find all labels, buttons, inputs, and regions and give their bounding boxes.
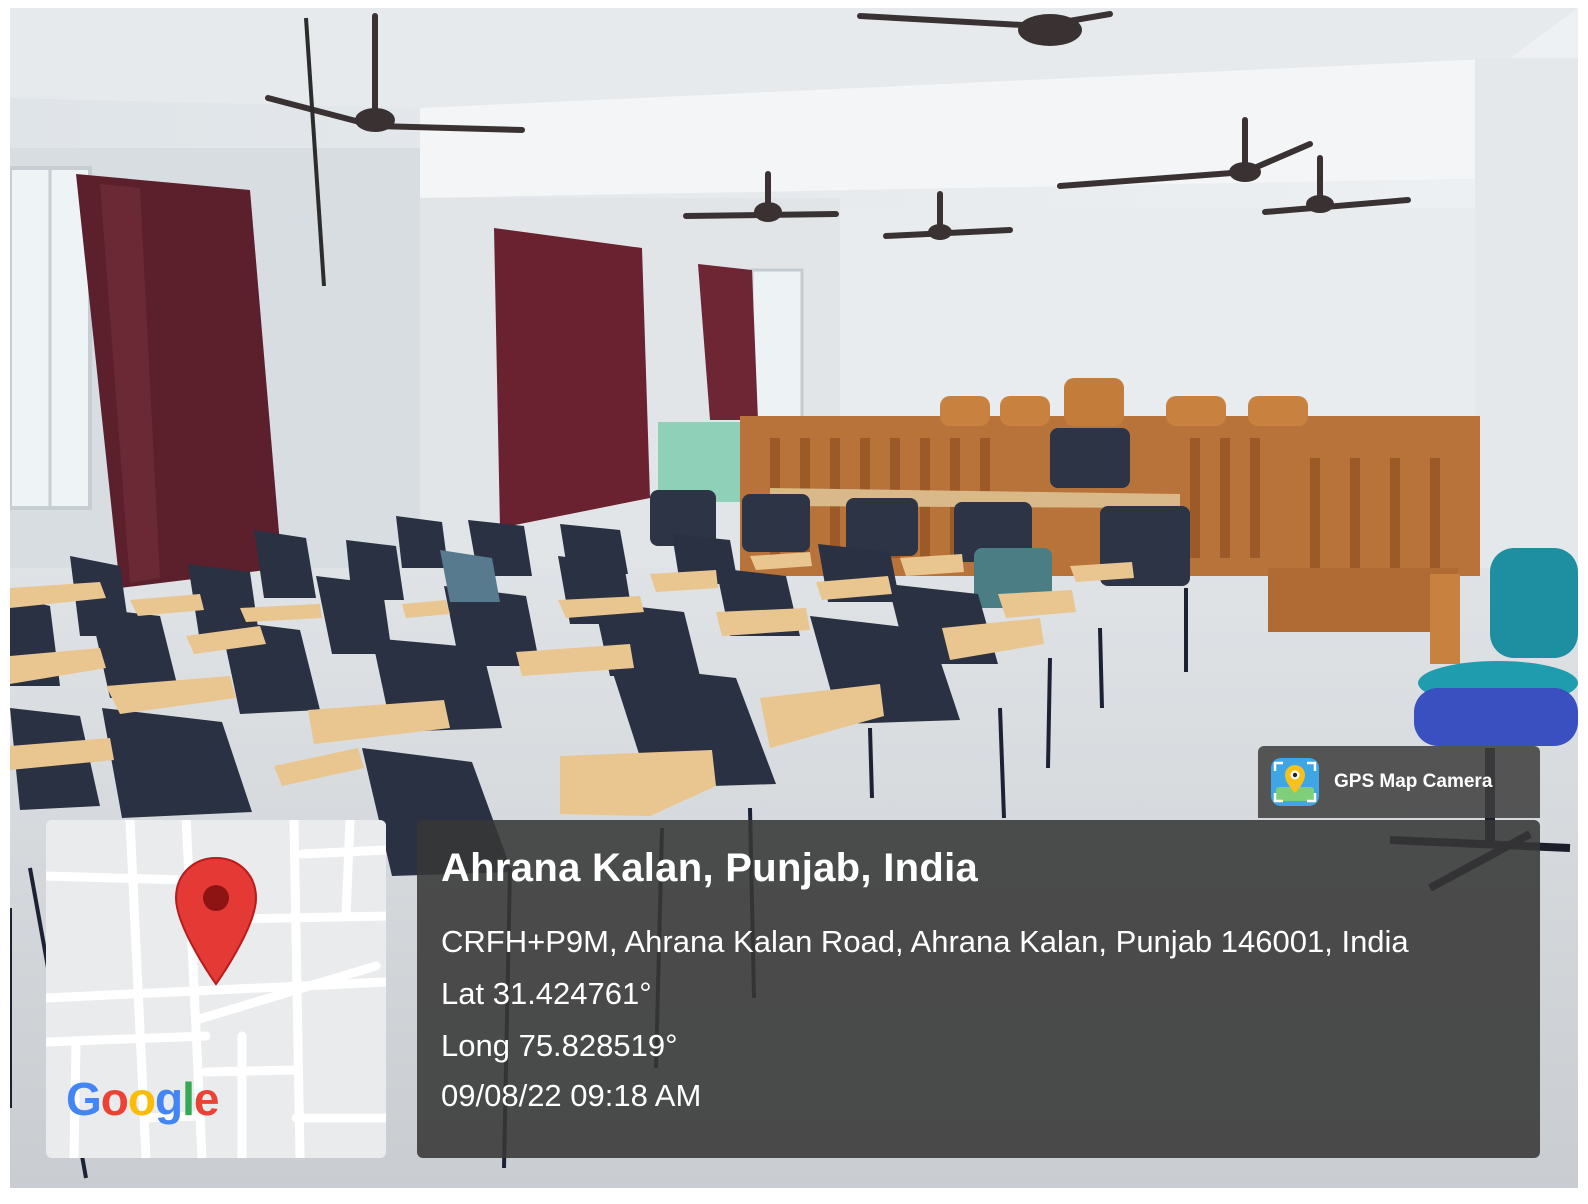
longitude-text: Long 75.828519° — [441, 1028, 678, 1063]
place-title: Ahrana Kalan, Punjab, India — [441, 846, 979, 890]
google-logo: Google — [66, 1073, 219, 1125]
datetime-text: 09/08/22 09:18 AM — [441, 1078, 702, 1113]
address-text: CRFH+P9M, Ahrana Kalan Road, Ahrana Kala… — [441, 924, 1409, 959]
photo-frame: GPS Map Camera Google Ahrana Kalan, Punj… — [10, 8, 1578, 1188]
map-thumbnail: Google — [46, 820, 386, 1158]
location-info-card: Ahrana Kalan, Punjab, India CRFH+P9M, Ah… — [417, 820, 1540, 1158]
map-pin-icon — [174, 856, 258, 986]
latitude-text: Lat 31.424761° — [441, 976, 652, 1011]
gps-camera-app-icon — [1271, 758, 1319, 806]
gps-map-camera-badge: GPS Map Camera — [1258, 746, 1540, 818]
badge-label: GPS Map Camera — [1334, 771, 1493, 792]
